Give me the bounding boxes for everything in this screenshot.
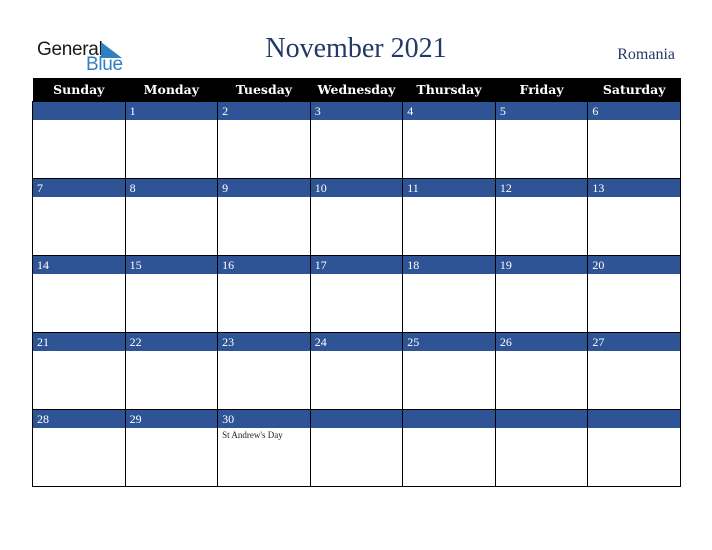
day-cell[interactable] (32, 101, 126, 179)
weekday-header-row: Sunday Monday Tuesday Wednesday Thursday… (32, 78, 681, 102)
day-number (33, 102, 125, 120)
day-number: 7 (33, 179, 125, 197)
day-cell[interactable] (309, 409, 404, 487)
day-number: 24 (310, 333, 403, 351)
day-cell[interactable]: 10 (309, 178, 404, 256)
day-number: 5 (495, 102, 588, 120)
day-cell[interactable]: 24 (309, 332, 404, 410)
weekday-header: Wednesday (310, 78, 403, 102)
weekday-header: Friday (495, 78, 588, 102)
week-row: 28 29 30 St Andrew's Day (32, 409, 681, 487)
day-cell[interactable]: 5 (494, 101, 589, 179)
day-cell[interactable]: 26 (494, 332, 589, 410)
page-title: November 2021 (265, 33, 447, 64)
day-cell[interactable]: 30 St Andrew's Day (217, 409, 311, 487)
day-cell[interactable]: 16 (217, 255, 311, 333)
day-number: 16 (218, 256, 310, 274)
day-number: 30 (218, 410, 310, 428)
day-cell[interactable]: 3 (309, 101, 404, 179)
day-number: 15 (125, 256, 218, 274)
day-cell[interactable]: 9 (217, 178, 311, 256)
day-cell[interactable]: 8 (124, 178, 219, 256)
day-number: 9 (218, 179, 310, 197)
day-number: 25 (403, 333, 495, 351)
day-cell[interactable]: 27 (587, 332, 681, 410)
day-cell[interactable]: 15 (124, 255, 219, 333)
day-number: 26 (495, 333, 588, 351)
day-cell[interactable]: 1 (124, 101, 219, 179)
day-number: 17 (310, 256, 403, 274)
day-cell[interactable]: 18 (402, 255, 496, 333)
day-cell[interactable]: 20 (587, 255, 681, 333)
day-cell[interactable]: 22 (124, 332, 219, 410)
day-number: 4 (403, 102, 495, 120)
day-number: 22 (125, 333, 218, 351)
day-cell[interactable]: 13 (587, 178, 681, 256)
day-number: 13 (588, 179, 680, 197)
day-cell[interactable]: 6 (587, 101, 681, 179)
day-number: 28 (33, 410, 125, 428)
day-number: 19 (495, 256, 588, 274)
day-number (403, 410, 495, 428)
calendar-grid: Sunday Monday Tuesday Wednesday Thursday… (32, 78, 681, 487)
day-cell[interactable]: 2 (217, 101, 311, 179)
week-row: 123456 (32, 101, 681, 179)
day-cell[interactable]: 19 (494, 255, 589, 333)
day-number: 14 (33, 256, 125, 274)
day-number (588, 410, 680, 428)
week-row: 7 8 9 10 11 12 13 (32, 178, 681, 256)
day-number: 8 (125, 179, 218, 197)
day-number: 23 (218, 333, 310, 351)
country-label: Romania (617, 46, 675, 63)
day-number: 18 (403, 256, 495, 274)
holiday-label: St Andrew's Day (222, 430, 283, 440)
day-cell[interactable]: 23 (217, 332, 311, 410)
day-number: 10 (310, 179, 403, 197)
day-cell[interactable] (494, 409, 589, 487)
day-cell[interactable]: 14 (32, 255, 126, 333)
day-number: 21 (33, 333, 125, 351)
day-number: 12 (495, 179, 588, 197)
day-number: 27 (588, 333, 680, 351)
day-number: 11 (403, 179, 495, 197)
day-cell[interactable] (587, 409, 681, 487)
week-row: 21 22 23 24 25 26 27 (32, 332, 681, 410)
weekday-header: Sunday (32, 78, 126, 102)
day-number: 29 (125, 410, 218, 428)
weekday-header: Tuesday (217, 78, 311, 102)
day-number: 3 (310, 102, 403, 120)
day-number: 1 (125, 102, 218, 120)
weekday-header: Thursday (402, 78, 496, 102)
day-cell[interactable]: 4 (402, 101, 496, 179)
day-cell[interactable] (402, 409, 496, 487)
weekday-header: Monday (125, 78, 218, 102)
day-cell[interactable]: 28 (32, 409, 126, 487)
day-cell[interactable]: 17 (309, 255, 404, 333)
day-cell[interactable]: 11 (402, 178, 496, 256)
day-number: 20 (588, 256, 680, 274)
day-cell[interactable]: 29 (124, 409, 219, 487)
day-cell[interactable]: 25 (402, 332, 496, 410)
week-row: 14 15 16 17 18 19 20 (32, 255, 681, 333)
day-number: 6 (588, 102, 680, 120)
day-number (495, 410, 588, 428)
day-number: 2 (218, 102, 310, 120)
day-cell[interactable]: 21 (32, 332, 126, 410)
day-cell[interactable]: 12 (494, 178, 589, 256)
day-cell[interactable]: 7 (32, 178, 126, 256)
weekday-header: Saturday (587, 78, 681, 102)
day-number (310, 410, 403, 428)
